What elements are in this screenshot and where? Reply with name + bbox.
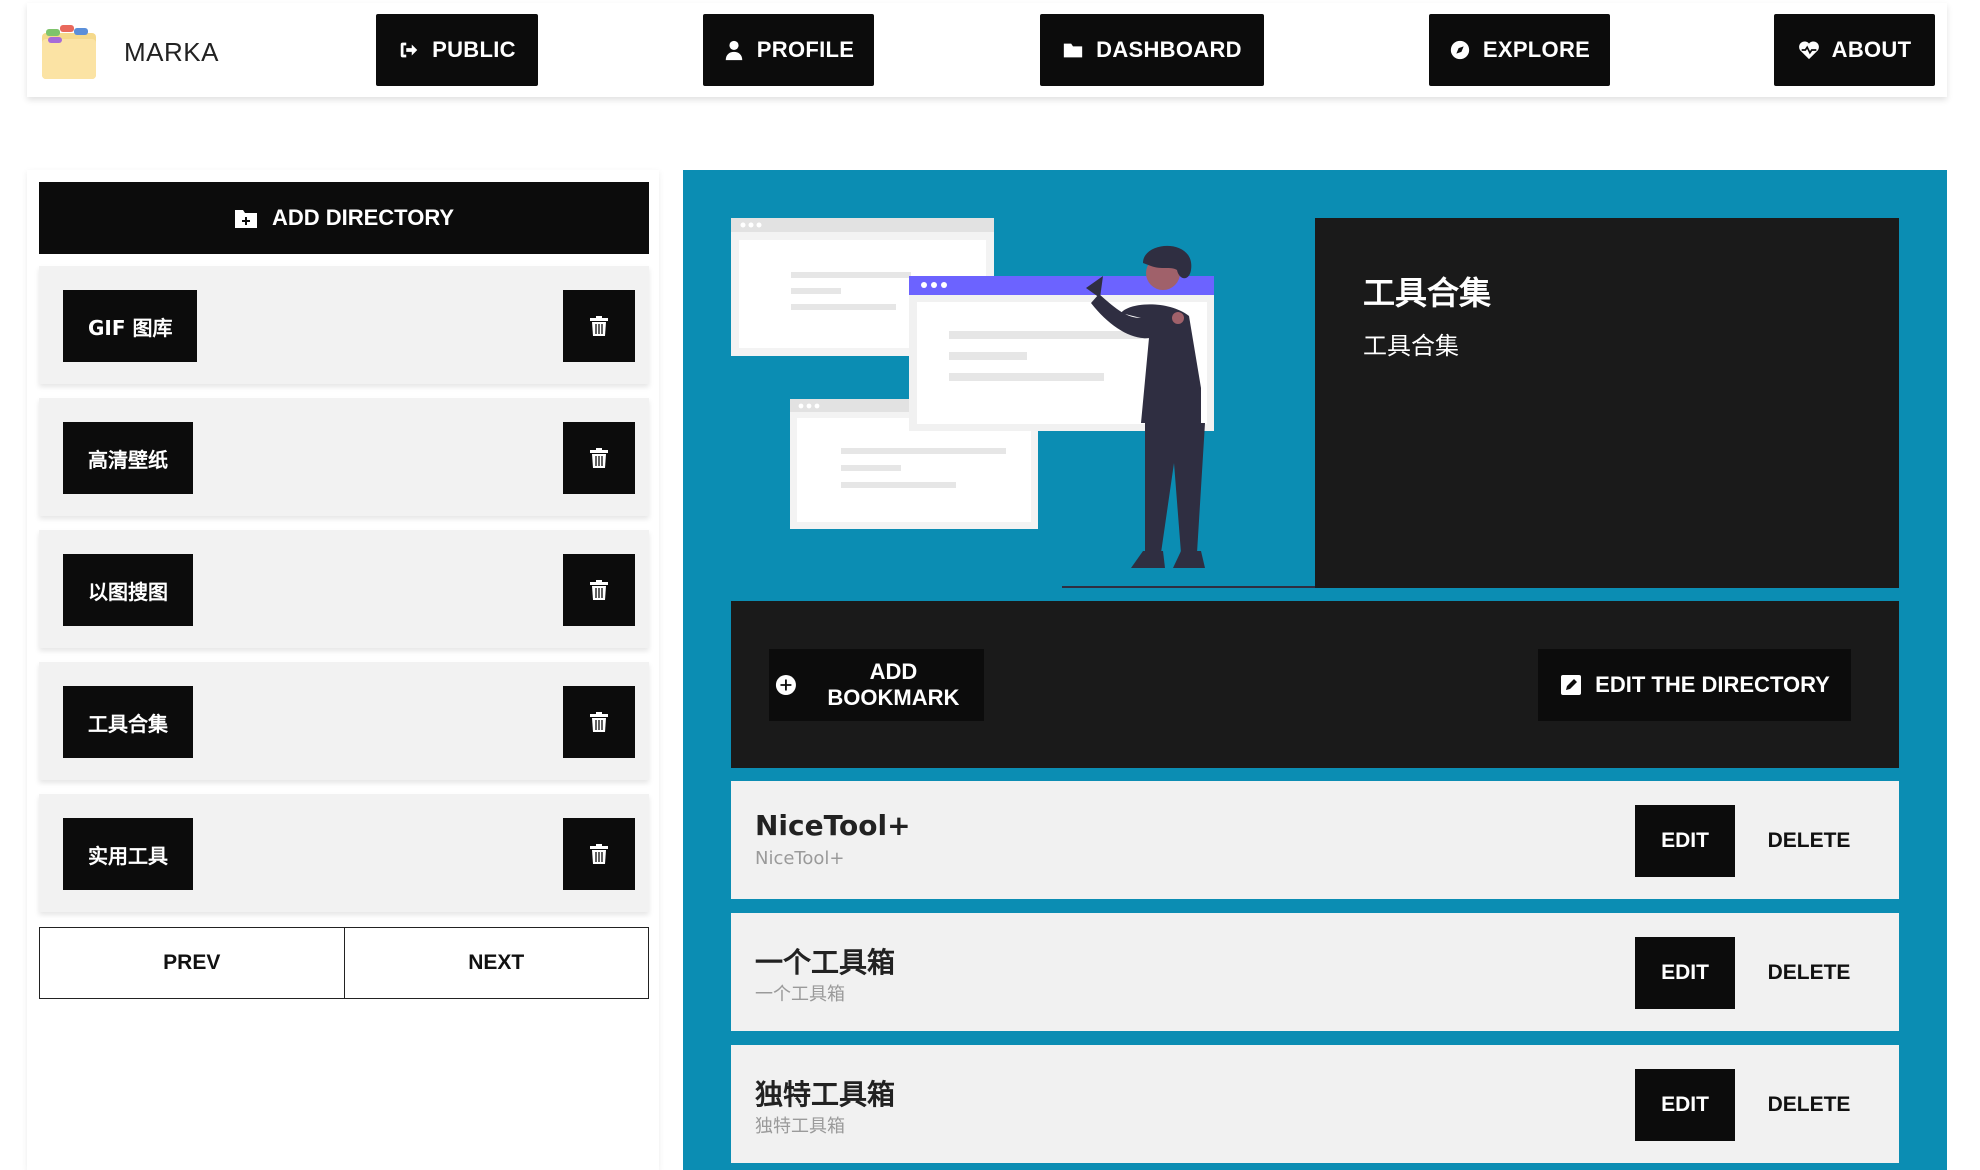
nav-dashboard-label: DASHBOARD	[1096, 37, 1242, 62]
trash-icon	[590, 580, 608, 600]
edit-bookmark-button[interactable]: EDIT	[1635, 805, 1735, 877]
next-page-button[interactable]: NEXT	[344, 927, 649, 999]
directory-action-bar: ADD BOOKMARK EDIT THE DIRECTORY	[731, 601, 1899, 768]
folder-icon	[1063, 43, 1083, 58]
add-bookmark-label: ADD BOOKMARK	[827, 659, 960, 710]
directory-item: 以图搜图	[39, 530, 649, 648]
nav-public-button[interactable]: PUBLIC	[376, 14, 538, 86]
nav-profile-label: PROFILE	[756, 37, 855, 62]
delete-directory-button[interactable]	[563, 422, 635, 494]
compass-icon	[1450, 40, 1470, 60]
delete-bookmark-button[interactable]: DELETE	[1749, 805, 1869, 877]
nav-dashboard-button[interactable]: DASHBOARD	[1040, 14, 1264, 86]
bookmark-title[interactable]: 一个工具箱	[755, 941, 895, 981]
edit-bookmark-button[interactable]: EDIT	[1635, 937, 1735, 1009]
delete-bookmark-button[interactable]: DELETE	[1749, 937, 1869, 1009]
delete-directory-button[interactable]	[563, 818, 635, 890]
delete-directory-button[interactable]	[563, 686, 635, 758]
delete-directory-button[interactable]	[563, 554, 635, 626]
directory-name-button[interactable]: 高清壁纸	[63, 422, 193, 494]
directory-title: 工具合集	[1363, 274, 1492, 312]
trash-icon	[590, 844, 608, 864]
bookmark-row: 独特工具箱 独特工具箱 EDIT DELETE	[731, 1045, 1899, 1163]
directory-item: GIF 图库	[39, 266, 649, 384]
edit-directory-button[interactable]: EDIT THE DIRECTORY	[1538, 649, 1851, 721]
add-directory-label: ADD DIRECTORY	[271, 205, 455, 230]
directory-info-card: 工具合集 工具合集	[1315, 218, 1899, 588]
top-navbar: MARKA PUBLIC PROFILE DASHBOARD EXPLORE A…	[27, 3, 1947, 97]
directory-detail-panel: 工具合集 工具合集 ADD BOOKMARK EDIT THE DIRECTOR…	[683, 170, 1947, 1170]
bookmark-title[interactable]: 独特工具箱	[755, 1073, 895, 1113]
directory-name-button[interactable]: GIF 图库	[63, 290, 198, 362]
bookmark-subtitle: 一个工具箱	[755, 984, 845, 1005]
trash-icon	[590, 448, 608, 468]
directory-description: 工具合集	[1363, 332, 1459, 360]
add-directory-button[interactable]: ADD DIRECTORY	[39, 182, 649, 254]
nav-public-label: PUBLIC	[432, 37, 516, 62]
directory-name-button[interactable]: 实用工具	[63, 818, 193, 890]
nav-about-label: ABOUT	[1831, 37, 1912, 62]
folder-logo-icon	[42, 25, 96, 79]
bookmark-title[interactable]: NiceTool+	[755, 809, 911, 842]
pagination: PREV NEXT	[39, 927, 649, 999]
trash-icon	[590, 316, 608, 336]
heartbeat-icon	[1798, 41, 1819, 60]
add-bookmark-button[interactable]: ADD BOOKMARK	[769, 649, 984, 721]
sign-out-icon	[400, 42, 418, 58]
bookmark-subtitle: NiceTool+	[755, 848, 845, 869]
trash-icon	[590, 712, 608, 732]
brand[interactable]: MARKA	[40, 23, 219, 81]
delete-directory-button[interactable]	[563, 290, 635, 362]
nav-about-button[interactable]: ABOUT	[1774, 14, 1935, 86]
user-icon	[725, 40, 743, 61]
nav-profile-button[interactable]: PROFILE	[703, 14, 874, 86]
directory-item: 高清壁纸	[39, 398, 649, 516]
delete-bookmark-button[interactable]: DELETE	[1749, 1069, 1869, 1141]
directory-item: 工具合集	[39, 662, 649, 780]
edit-directory-label: EDIT THE DIRECTORY	[1595, 672, 1830, 697]
directory-sidebar: ADD DIRECTORY GIF 图库 高清壁纸 以图搜图 工具合集 实用工具…	[27, 170, 659, 1170]
plus-circle-icon	[775, 674, 796, 696]
nav-explore-label: EXPLORE	[1482, 37, 1591, 62]
nav-explore-button[interactable]: EXPLORE	[1429, 14, 1610, 86]
bookmark-row: 一个工具箱 一个工具箱 EDIT DELETE	[731, 913, 1899, 1031]
brand-name: MARKA	[124, 36, 219, 67]
prev-page-button[interactable]: PREV	[39, 927, 345, 999]
directory-name-button[interactable]: 工具合集	[63, 686, 193, 758]
bookmark-subtitle: 独特工具箱	[755, 1116, 845, 1137]
presentation-illustration	[731, 218, 1316, 588]
folder-plus-icon	[234, 210, 257, 228]
directory-item: 实用工具	[39, 794, 649, 912]
bookmark-row: NiceTool+ NiceTool+ EDIT DELETE	[731, 781, 1899, 899]
edit-icon	[1561, 675, 1582, 695]
edit-bookmark-button[interactable]: EDIT	[1635, 1069, 1735, 1141]
directory-name-button[interactable]: 以图搜图	[63, 554, 193, 626]
